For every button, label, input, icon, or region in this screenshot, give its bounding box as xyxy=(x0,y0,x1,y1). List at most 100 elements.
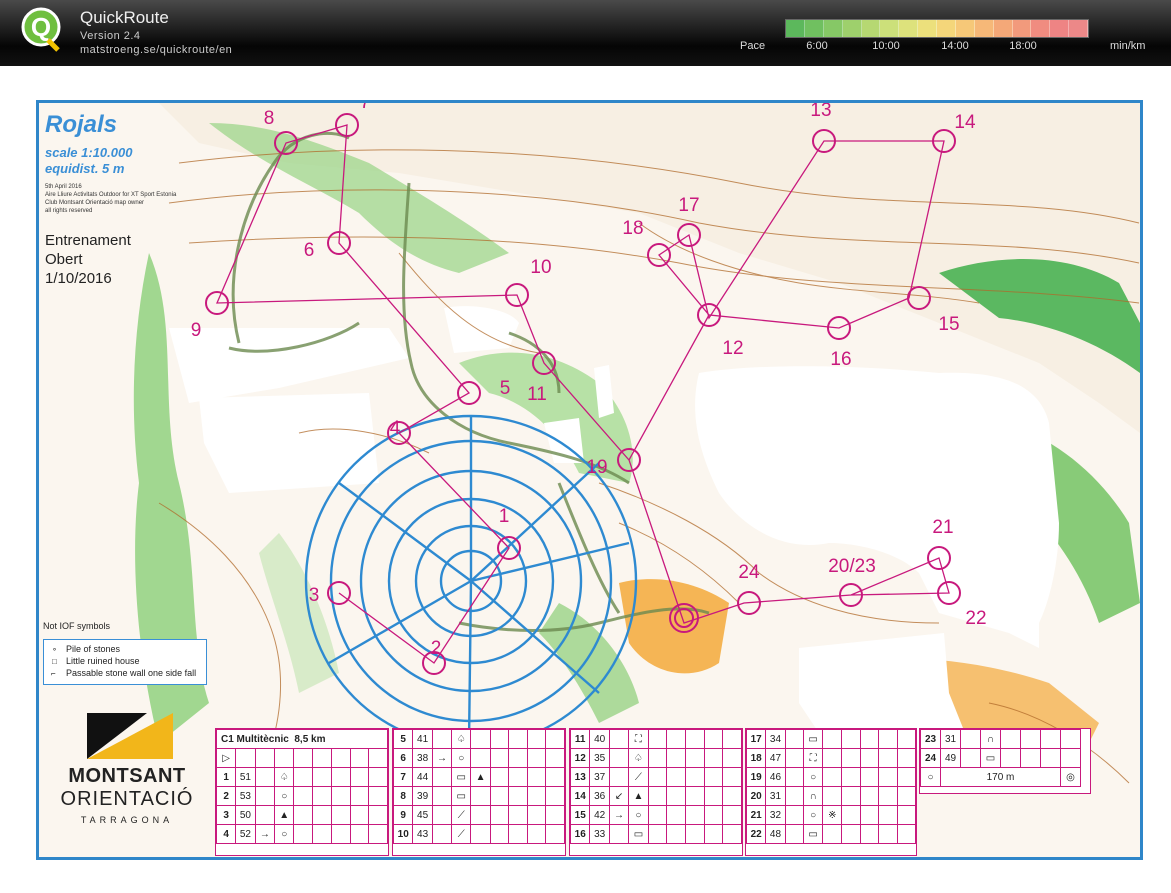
feature-icon: ○ xyxy=(803,805,824,825)
control-number: 16 xyxy=(830,349,852,370)
control-number: 3 xyxy=(308,585,320,606)
control-code: 38 xyxy=(412,748,433,768)
feature-icon: ▲ xyxy=(274,805,295,825)
feature-icon: ♤ xyxy=(451,729,472,749)
control-number: 15 xyxy=(938,314,960,335)
legend: ∘ Pile of stones □ Little ruined house ⌐… xyxy=(43,639,207,685)
description-sheet-2: 5 41 ♤ 6 38 → ○ 7 44 ▭ ▲ 8 39 ▭ 9 45 ⟋ 10 43 ⟋ xyxy=(392,728,566,856)
control-seq: 19 xyxy=(745,767,767,787)
control-number: 11 xyxy=(527,384,547,405)
feature-icon: ∩ xyxy=(980,729,1001,749)
pace-tick: 6:00 xyxy=(806,40,828,52)
pace-tick: 10:00 xyxy=(872,40,900,52)
control-seq: 3 xyxy=(215,805,237,825)
title-bar: Q QuickRoute Version 2.4 matstroeng.se/q… xyxy=(0,0,1171,66)
pace-tick: 14:00 xyxy=(941,40,969,52)
pace-color-cell xyxy=(1069,20,1088,37)
finish-distance: 170 m xyxy=(940,767,1061,787)
pace-color-scale xyxy=(785,19,1089,38)
control-number: 7 xyxy=(359,100,371,113)
control-code: 44 xyxy=(412,767,433,787)
feature-icon: ○ xyxy=(274,824,295,844)
feature-icon: ▭ xyxy=(980,748,1001,768)
control-seq: 21 xyxy=(745,805,767,825)
control-seq: 6 xyxy=(392,748,414,768)
control-code: 45 xyxy=(412,805,433,825)
course-header: C1 Multitècnic 8,5 km xyxy=(216,729,388,749)
control-number: 6 xyxy=(303,240,315,261)
pace-color-cell xyxy=(955,20,975,37)
control-code: 35 xyxy=(589,748,610,768)
control-number: 1 xyxy=(498,506,510,527)
feature-icon: ⛶ xyxy=(628,729,649,749)
control-code: 39 xyxy=(412,786,433,806)
control-code: 36 xyxy=(589,786,610,806)
club-name: MONTSANT ORIENTACIÓ TARRAGONA xyxy=(47,765,207,825)
control-seq: 12 xyxy=(569,748,591,768)
control-number: 21 xyxy=(932,517,954,538)
legend-item: Pile of stones xyxy=(66,644,121,654)
direction-icon: → xyxy=(431,748,453,768)
event-line: 1/10/2016 xyxy=(45,270,112,287)
control-code: 41 xyxy=(412,729,433,749)
club-line: ORIENTACIÓ xyxy=(60,788,194,810)
control-seq: 23 xyxy=(920,729,941,749)
pace-unit: min/km xyxy=(1110,40,1146,52)
feature-icon: ▭ xyxy=(451,786,472,806)
feature-icon: ▭ xyxy=(628,824,649,844)
start-icon: ▷ xyxy=(215,748,237,768)
pace-tick: 18:00 xyxy=(1009,40,1037,52)
control-code: 51 xyxy=(235,767,256,787)
feature-icon: ♤ xyxy=(274,767,295,787)
control-seq: 18 xyxy=(745,748,767,768)
feature-icon: ⟋ xyxy=(451,824,472,844)
feature-icon: ⛶ xyxy=(803,748,824,768)
pace-color-cell xyxy=(1050,20,1070,37)
map-info-line: all rights reserved xyxy=(45,208,93,214)
control-code: 49 xyxy=(940,748,961,768)
description-sheet-3: 11 40 ⛶ 12 35 ♤ 13 37 ⟋ 14 36 ↙ ▲ 15 42 → ○ 16 33 ▭ xyxy=(569,728,743,856)
control-number: 13 xyxy=(810,100,832,121)
control-number: 4 xyxy=(389,418,401,439)
control-seq: 24 xyxy=(920,748,941,768)
app-url[interactable]: matstroeng.se/quickroute/en xyxy=(80,44,232,56)
pile-of-stones-icon: ∘ xyxy=(52,645,58,654)
description-sheet-4: 17 34 ▭ 18 47 ⛶ 19 46 ○ 20 31 ∩ 21 32 ○ ※ 22 48 ▭ xyxy=(745,728,917,856)
pace-color-cell xyxy=(918,20,937,37)
control-number: 20/23 xyxy=(828,556,876,577)
feature-icon: ▭ xyxy=(803,824,824,844)
control-seq: 5 xyxy=(392,729,414,749)
control-seq: 14 xyxy=(569,786,591,806)
control-number: 5 xyxy=(499,378,511,399)
map-info: 5th April 2016 Aire Lliure Activitats Ou… xyxy=(45,183,185,215)
control-number: 24 xyxy=(738,562,760,583)
course-name: C1 Multitècnic xyxy=(221,733,289,745)
direction-icon: ↙ xyxy=(608,786,630,806)
map-info-line: Club Montsant Orientació map owner xyxy=(45,200,145,206)
pace-color-cell xyxy=(1031,20,1051,37)
app-title: QuickRoute xyxy=(80,8,169,27)
pace-color-cell xyxy=(861,20,881,37)
control-seq: 22 xyxy=(745,824,767,844)
control-seq: 2 xyxy=(215,786,237,806)
pace-color-cell xyxy=(899,20,919,37)
feature-icon: ▲ xyxy=(628,786,649,806)
direction-icon: → xyxy=(254,824,276,844)
legend-title: Not IOF symbols xyxy=(43,621,111,631)
feature-icon: ○ xyxy=(803,767,824,787)
club-line: MONTSANT xyxy=(68,765,186,787)
ruined-house-icon: □ xyxy=(52,657,57,666)
finish-icon: ◎ xyxy=(1060,767,1081,787)
feature-icon: ▲ xyxy=(470,767,491,787)
control-seq: 1 xyxy=(215,767,237,787)
control-number: 14 xyxy=(954,112,976,133)
map-scale: scale 1:10.000 xyxy=(45,145,133,160)
orienteering-map[interactable]: Rojals scale 1:10.000 equidist. 5 m 5th … xyxy=(36,100,1143,860)
control-number: 12 xyxy=(722,338,744,359)
pace-color-cell xyxy=(880,20,900,37)
control-number: 22 xyxy=(965,608,987,629)
control-seq: 11 xyxy=(569,729,591,749)
pace-label: Pace xyxy=(740,40,766,52)
feature-icon: ○ xyxy=(451,748,472,768)
legend-item: Little ruined house xyxy=(66,656,140,666)
